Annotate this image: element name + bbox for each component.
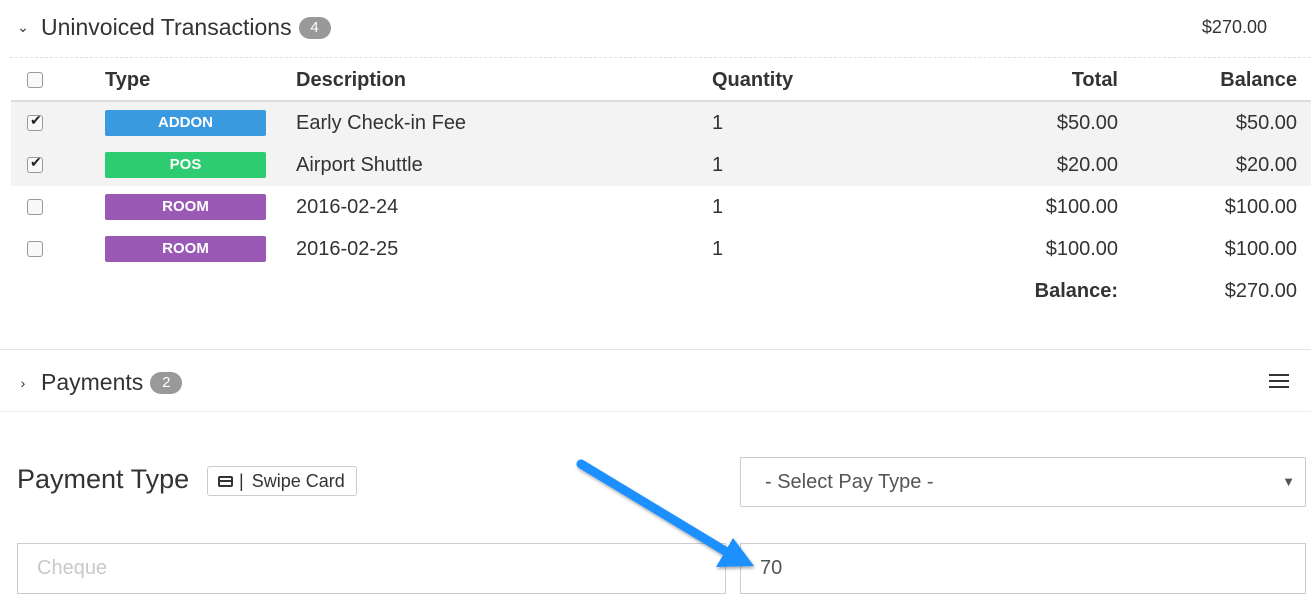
swipe-card-button[interactable]: | Swipe Card xyxy=(207,466,357,496)
quantity-cell: 1 xyxy=(712,101,872,144)
amount-input-value: 70 xyxy=(760,557,783,579)
table-row[interactable]: ROOM 2016-02-25 1 $100.00 $100.00 xyxy=(11,228,1311,270)
table-row[interactable]: POSAirport Shuttle1$20.00$20.00 xyxy=(11,144,1311,186)
balance-value: $270.00 xyxy=(1224,279,1297,302)
payment-type-label: Payment Type xyxy=(17,464,190,494)
row-checkbox[interactable] xyxy=(27,199,43,216)
table-header-row: Type Description Quantity Total Balance xyxy=(11,60,1311,102)
row-checkbox-cell xyxy=(11,186,105,228)
column-header-description[interactable]: Description xyxy=(296,60,712,102)
uninvoiced-header[interactable]: ⌄ Uninvoiced Transactions 4 $270.00 xyxy=(0,14,1311,41)
column-header-balance[interactable]: Balance xyxy=(1118,60,1311,102)
payments-count-badge: 2 xyxy=(150,371,183,394)
uninvoiced-count-badge: 4 xyxy=(298,16,331,39)
payments-header[interactable]: › Payments 2 xyxy=(0,369,1311,396)
balance-summary-row: Balance: $270.00 xyxy=(11,270,1311,312)
separator: | xyxy=(239,470,244,491)
table-row[interactable]: ROOM 2016-02-24 1 $100.00 $100.00 xyxy=(11,186,1311,228)
type-cell: ROOM xyxy=(105,228,296,270)
quantity-cell: 1 xyxy=(712,144,872,186)
total-cell: $20.00 xyxy=(872,144,1118,186)
row-checkbox[interactable] xyxy=(27,154,43,174)
type-cell: POS xyxy=(105,144,296,186)
balance-cell: $20.00 xyxy=(1118,144,1311,186)
total-cell: $100.00 xyxy=(1045,237,1118,260)
payments-title: Payments xyxy=(41,369,144,395)
total-cell: $100.00 xyxy=(1045,195,1118,218)
row-checkbox[interactable] xyxy=(27,112,43,132)
cheque-input-placeholder: Cheque xyxy=(37,557,108,579)
chevron-right-icon[interactable]: › xyxy=(12,375,34,391)
uninvoiced-title: Uninvoiced Transactions xyxy=(41,14,292,40)
balance-label: Balance: xyxy=(1034,279,1118,302)
column-header-quantity[interactable]: Quantity xyxy=(712,60,872,102)
balance-cell: $50.00 xyxy=(1118,101,1311,144)
type-cell: ROOM xyxy=(105,186,296,228)
hamburger-menu-icon[interactable] xyxy=(1269,374,1289,392)
section-divider xyxy=(0,349,1311,350)
uninvoiced-total: $270.00 xyxy=(1201,17,1267,37)
chevron-down-icon[interactable]: ⌄ xyxy=(12,19,34,36)
row-checkbox[interactable] xyxy=(27,241,43,258)
transactions-table: Type Description Quantity Total Balance … xyxy=(11,60,1311,312)
description-cell: Airport Shuttle xyxy=(296,144,712,186)
pay-type-select[interactable]: - Select Pay Type - ▼ xyxy=(740,457,1306,507)
quantity-cell: 1 xyxy=(712,195,724,218)
total-cell: $50.00 xyxy=(872,101,1118,144)
type-badge: ROOM xyxy=(105,194,266,220)
section-divider xyxy=(0,411,1311,412)
swipe-card-label: Swipe Card xyxy=(251,470,345,491)
table-row[interactable]: ADDONEarly Check-in Fee1$50.00$50.00 xyxy=(11,101,1311,144)
cheque-input[interactable]: Cheque xyxy=(17,543,726,594)
description-cell: 2016-02-24 xyxy=(296,195,399,218)
column-header-total[interactable]: Total xyxy=(872,60,1118,102)
balance-cell: $100.00 xyxy=(1224,195,1297,218)
type-badge: ADDON xyxy=(105,110,266,136)
description-cell: Early Check-in Fee xyxy=(296,101,712,144)
select-all-cell xyxy=(11,60,105,102)
select-all-checkbox[interactable] xyxy=(27,72,43,89)
divider xyxy=(10,57,1311,58)
type-badge: POS xyxy=(105,152,266,178)
balance-cell: $100.00 xyxy=(1224,237,1297,260)
quantity-cell: 1 xyxy=(712,237,724,260)
pay-type-select-value: - Select Pay Type - xyxy=(765,470,934,493)
credit-card-icon xyxy=(218,475,233,487)
row-checkbox-cell xyxy=(11,228,105,270)
type-badge: ROOM xyxy=(105,236,266,262)
caret-down-icon: ▼ xyxy=(1282,474,1295,489)
column-header-type[interactable]: Type xyxy=(105,60,296,102)
amount-input[interactable]: 70 xyxy=(740,543,1306,594)
description-cell: 2016-02-25 xyxy=(296,237,399,260)
row-checkbox-cell xyxy=(11,144,105,186)
type-cell: ADDON xyxy=(105,101,296,144)
row-checkbox-cell xyxy=(11,101,105,144)
